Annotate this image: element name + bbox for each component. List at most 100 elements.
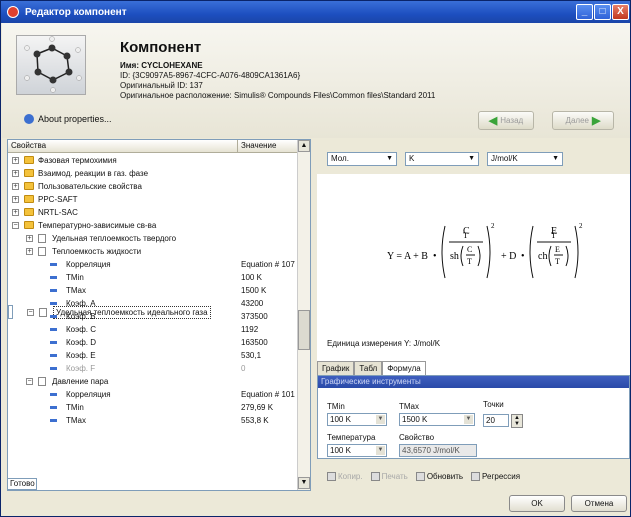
regression-button[interactable]: Регрессия [471,472,520,481]
tree-row[interactable]: + Теплоемкость жидкости [8,245,298,258]
tree-row[interactable]: + Фазовая термохимия [8,154,298,167]
formula-t-inner: T [467,257,472,266]
tree-row[interactable]: + Удельная теплоемкость твердого [8,232,298,245]
tree-scrollbar[interactable]: ▲ ▼ [297,140,310,490]
points-input[interactable]: 20 [483,414,509,427]
tree-row-label: TMin [66,403,84,412]
tree-row[interactable]: + PPC-SAFT [8,193,298,206]
chevron-down-icon[interactable]: ▼ [376,415,385,424]
temperature-input[interactable]: 100 K ▼ [327,444,387,457]
formula-t-inner-2: T [555,257,560,266]
property-label: Свойство [399,433,435,442]
paren-left-inner-1 [460,245,464,267]
property-bullet-icon [50,367,57,370]
name-line: Имя: CYCLOHEXANE [120,61,203,70]
printer-icon [370,472,380,481]
unit-basis-select[interactable]: Мол. ▼ [327,152,397,166]
regression-icon [471,472,481,481]
tree-row[interactable]: TMax 553,8 K [8,414,298,427]
points-spinner[interactable]: ▲ ▼ [511,414,523,428]
expand-icon[interactable]: + [12,209,19,216]
tree-row-label: Коэф. A [66,299,96,308]
print-button[interactable]: Печать [370,472,408,481]
about-properties-link[interactable]: About properties... [24,114,112,124]
prop-unit-select[interactable]: J/mol/K ▼ [487,152,563,166]
tree-row[interactable]: Коэф. E 530,1 [8,349,298,362]
app-icon [7,6,19,18]
tree-row[interactable]: + Пользовательские свойства [8,180,298,193]
paren-right-inner-2 [565,245,569,267]
title-bar[interactable]: Редактор компонент _ □ X [1,1,630,23]
formula-t: T [463,231,468,240]
tree-row-label: Коэф. E [66,351,96,360]
col-header-property[interactable]: Свойства [8,140,238,153]
temp-unit-select[interactable]: K ▼ [405,152,479,166]
tree-row-value: 373500 [241,312,268,321]
property-bullet-icon [50,406,57,409]
properties-tree-pane: Свойства Значение + Фазовая термохимия + Вз… [7,139,311,491]
tree-row[interactable]: Корреляция Equation # 107 [8,258,298,271]
component-header: Компонент Имя: CYCLOHEXANE ID: {3C9097A5… [2,23,630,138]
tree-row[interactable]: − Давление пара [8,375,298,388]
formula-mid: + D [501,251,516,262]
tree-row[interactable]: TMin 100 K [8,271,298,284]
property-bullet-icon [50,393,57,396]
scroll-up-icon[interactable]: ▲ [298,140,310,152]
close-button[interactable]: X [612,4,629,20]
tab-formula[interactable]: Формула [382,361,426,375]
chevron-down-icon[interactable]: ▼ [376,446,385,455]
expand-icon[interactable]: + [12,183,19,190]
collapse-icon[interactable]: − [26,378,33,385]
cancel-button[interactable]: Отмена [571,495,627,512]
tree-row-label: Температурно-зависимые св-ва [38,221,157,230]
maximize-button[interactable]: □ [594,4,611,20]
tab-table[interactable]: Табл [354,361,383,375]
expand-icon[interactable]: + [12,157,19,164]
tree-row-label: Пользовательские свойства [38,182,142,191]
expand-icon[interactable]: + [26,248,33,255]
tab-graph[interactable]: График [317,361,355,375]
tree-row[interactable]: Коэф. A 43200 [8,297,298,310]
tree-row[interactable]: Коэф. C 1192 [8,323,298,336]
formula-ch: ch [538,251,547,262]
tree-row[interactable]: Коэф. B 373500 [8,310,298,323]
expand-icon[interactable]: + [12,196,19,203]
expand-icon[interactable]: + [12,170,19,177]
property-bullet-icon [50,341,57,344]
copy-button[interactable]: Копир. [327,472,363,481]
tmin-input[interactable]: 100 K ▼ [327,413,387,426]
tree-row-label: Коэф. C [66,325,96,334]
tree-row[interactable]: TMin 279,69 K [8,401,298,414]
back-button[interactable]: ◀ Назад [478,111,534,130]
arrow-right-icon: ▶ [591,115,601,127]
collapse-icon[interactable]: − [12,222,19,229]
tree-row[interactable]: + Взаимод. реакции в газ. фазе [8,167,298,180]
tree-row[interactable]: Коэф. D 163500 [8,336,298,349]
component-info: Имя: CYCLOHEXANE ID: {3C9097A5-8967-4CFC… [120,61,435,101]
tree-row-label: Взаимод. реакции в газ. фазе [38,169,149,178]
expand-icon[interactable]: + [26,235,33,242]
scroll-down-icon[interactable]: ▼ [298,477,310,489]
tree-row-value: 530,1 [241,351,262,360]
chevron-down-icon[interactable]: ▼ [464,415,473,424]
minimize-button[interactable]: _ [576,4,593,20]
spin-down-icon[interactable]: ▼ [512,421,522,427]
tmax-input[interactable]: 1500 K ▼ [399,413,475,426]
regression-label: Регрессия [482,472,521,481]
component-editor-window: Редактор компонент _ □ X Компонент Имя: … [0,0,631,517]
formula-display: Y = A + B • sh C T C T 2 + D • ch E T E [387,222,583,279]
tree-row-label: TMax [66,416,86,425]
tree-row[interactable]: TMax 1500 K [8,284,298,297]
chevron-down-icon: ▼ [386,155,393,162]
tree-row[interactable]: + NRTL-SAC [8,206,298,219]
ok-button[interactable]: OK [509,495,565,512]
tree-row[interactable]: Корреляция Equation # 101 [8,388,298,401]
tree-row[interactable]: Коэф. F 0 [8,362,298,375]
tree-row[interactable]: − Температурно-зависимые св-ва [8,219,298,232]
scroll-thumb[interactable] [298,310,310,350]
property-bullet-icon [50,419,57,422]
temperature-value: 100 K [330,446,351,455]
col-header-value[interactable]: Значение [238,140,299,153]
next-button[interactable]: Далее ▶ [552,111,614,130]
refresh-button[interactable]: Обновить [415,472,463,481]
